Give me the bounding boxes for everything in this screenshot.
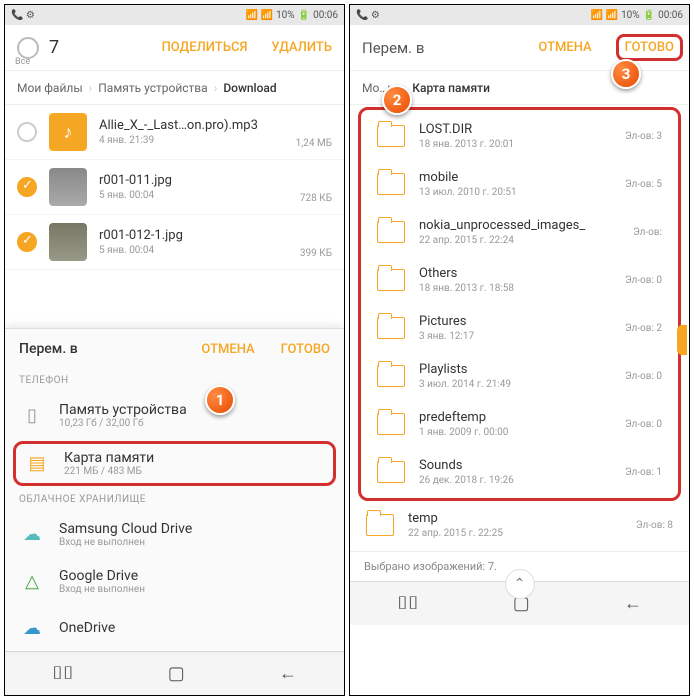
folder-icon bbox=[377, 221, 405, 243]
phone-left: 📞 ⚙ 📶 📶 10% 🔋 00:06 Все 7 ПОДЕЛИТЬСЯ УДА… bbox=[4, 4, 345, 696]
marker-2: 2 bbox=[382, 85, 412, 115]
onedrive-icon: ☁ bbox=[19, 615, 45, 641]
app-bar: Все 7 ПОДЕЛИТЬСЯ УДАЛИТЬ bbox=[5, 25, 344, 71]
folder-row[interactable]: nokia_unprocessed_images_22 апр. 2015 г.… bbox=[363, 208, 676, 256]
crumb-root[interactable]: Мои файлы bbox=[17, 81, 83, 95]
nav-recent[interactable]: ⌷⌷ bbox=[397, 593, 419, 614]
status-bar: 📞 ⚙ 📶 📶 10% 🔋 00:06 bbox=[5, 5, 344, 25]
move-sheet: Перем. в ОТМЕНА ГОТОВО ТЕЛЕФОН ▯ Память … bbox=[5, 328, 344, 651]
folder-icon bbox=[377, 413, 405, 435]
folder-list: LOST.DIR18 янв. 2013 г. 20:01Эл-ов: 3mob… bbox=[350, 105, 689, 551]
storage-device[interactable]: ▯ Память устройства10,23 Гб / 32,00 Гб bbox=[5, 392, 344, 439]
folder-row[interactable]: Sounds26 дек. 2018 г. 19:26Эл-ов: 1 bbox=[363, 448, 676, 496]
category-phone: ТЕЛЕФОН bbox=[5, 369, 344, 392]
file-row[interactable]: r001-012-1.jpg5 янв. 00:04 399 КБ bbox=[5, 215, 344, 270]
page-title: Перем. в bbox=[362, 39, 514, 57]
crumb-current: Download bbox=[223, 81, 276, 95]
folder-icon bbox=[377, 461, 405, 483]
storage-sdcard[interactable]: ▤ Карта памяти221 МБ / 483 МБ bbox=[20, 450, 329, 477]
folder-row[interactable]: predeftemp1 янв. 2009 г. 00:00Эл-ов: 0 bbox=[363, 400, 676, 448]
sheet-title: Перем. в bbox=[19, 341, 175, 357]
cloud-google[interactable]: △ Google DriveВход не выполнен bbox=[5, 558, 344, 605]
folder-icon bbox=[377, 125, 405, 147]
highlight-sd: ▤ Карта памяти221 МБ / 483 МБ bbox=[13, 441, 336, 486]
folder-row[interactable]: temp22 апр. 2015 г. 22:25 Эл-ов: 8 bbox=[352, 501, 687, 549]
nav-recent[interactable]: ⌷⌷ bbox=[52, 663, 74, 684]
marker-1: 1 bbox=[205, 385, 235, 415]
cloud-icon: ☁ bbox=[19, 522, 45, 548]
folder-row[interactable]: Others18 янв. 2013 г. 18:58Эл-ов: 0 bbox=[363, 256, 676, 304]
status-icons-left: 📞 ⚙ bbox=[356, 10, 380, 21]
folder-icon bbox=[377, 317, 405, 339]
image-thumb bbox=[49, 223, 87, 261]
phone-icon: ▯ bbox=[19, 403, 45, 429]
share-button[interactable]: ПОДЕЛИТЬСЯ bbox=[162, 40, 248, 55]
status-bar: 📞 ⚙ 📶 📶 10% 🔋 00:06 bbox=[350, 5, 689, 25]
folder-icon bbox=[377, 173, 405, 195]
file-row[interactable]: ♪ Allie_X_-_Last…on.pro).mp34 янв. 21:39… bbox=[5, 105, 344, 160]
scroll-handle[interactable] bbox=[677, 325, 687, 355]
highlight-folders: LOST.DIR18 янв. 2013 г. 20:01Эл-ов: 3mob… bbox=[358, 107, 681, 501]
folder-row[interactable]: Pictures3 янв. 12:17Эл-ов: 2 bbox=[363, 304, 676, 352]
crumb-device[interactable]: Память устройства bbox=[98, 81, 207, 95]
done-button[interactable]: ГОТОВО bbox=[616, 34, 683, 61]
folder-icon bbox=[377, 365, 405, 387]
cancel-button[interactable]: ОТМЕНА bbox=[201, 342, 254, 357]
select-all-checkbox[interactable] bbox=[17, 37, 39, 59]
delete-button[interactable]: УДАЛИТЬ bbox=[271, 40, 332, 55]
done-button[interactable]: ГОТОВО bbox=[281, 342, 330, 357]
status-icons-right: 📶 📶 10% 🔋 00:06 bbox=[591, 10, 683, 21]
status-icons-right: 📶 📶 10% 🔋 00:06 bbox=[246, 10, 338, 21]
nav-back[interactable]: ← bbox=[279, 663, 297, 684]
marker-3: 3 bbox=[611, 59, 641, 89]
crumb-current: Карта памяти bbox=[412, 81, 490, 95]
category-cloud: ОБЛАЧНОЕ ХРАНИЛИЩЕ bbox=[5, 488, 344, 511]
file-checkbox[interactable] bbox=[17, 177, 37, 197]
folder-icon bbox=[377, 269, 405, 291]
cloud-onedrive[interactable]: ☁ OneDrive bbox=[5, 605, 344, 651]
music-icon: ♪ bbox=[49, 113, 87, 151]
app-bar: Перем. в ОТМЕНА ГОТОВО bbox=[350, 25, 689, 71]
nav-back[interactable]: ← bbox=[624, 593, 642, 614]
cloud-samsung[interactable]: ☁ Samsung Cloud DriveВход не выполнен bbox=[5, 511, 344, 558]
select-all-label: Все bbox=[15, 57, 30, 67]
scroll-top-button[interactable]: ⌃ bbox=[505, 569, 535, 599]
status-icons-left: 📞 ⚙ bbox=[11, 10, 35, 21]
sdcard-icon: ▤ bbox=[24, 451, 50, 477]
file-checkbox[interactable] bbox=[17, 122, 37, 142]
folder-row[interactable]: LOST.DIR18 янв. 2013 г. 20:01Эл-ов: 3 bbox=[363, 112, 676, 160]
folder-row[interactable]: mobile13 июл. 2010 г. 20:51Эл-ов: 5 bbox=[363, 160, 676, 208]
folder-row[interactable]: Playlists3 июл. 2014 г. 21:49Эл-ов: 0 bbox=[363, 352, 676, 400]
breadcrumb[interactable]: Мои файлы› Память устройства› Download bbox=[5, 71, 344, 105]
nav-bar: ⌷⌷ ▢ ← bbox=[5, 651, 344, 695]
cancel-button[interactable]: ОТМЕНА bbox=[538, 40, 591, 55]
file-row[interactable]: r001-011.jpg5 янв. 00:04 728 КБ bbox=[5, 160, 344, 215]
gdrive-icon: △ bbox=[19, 569, 45, 595]
phone-right: 📞 ⚙ 📶 📶 10% 🔋 00:06 Перем. в ОТМЕНА ГОТО… bbox=[349, 4, 690, 696]
folder-icon bbox=[366, 514, 394, 536]
selection-count: 7 bbox=[49, 37, 138, 58]
image-thumb bbox=[49, 168, 87, 206]
file-checkbox[interactable] bbox=[17, 232, 37, 252]
nav-home[interactable]: ▢ bbox=[168, 663, 185, 684]
